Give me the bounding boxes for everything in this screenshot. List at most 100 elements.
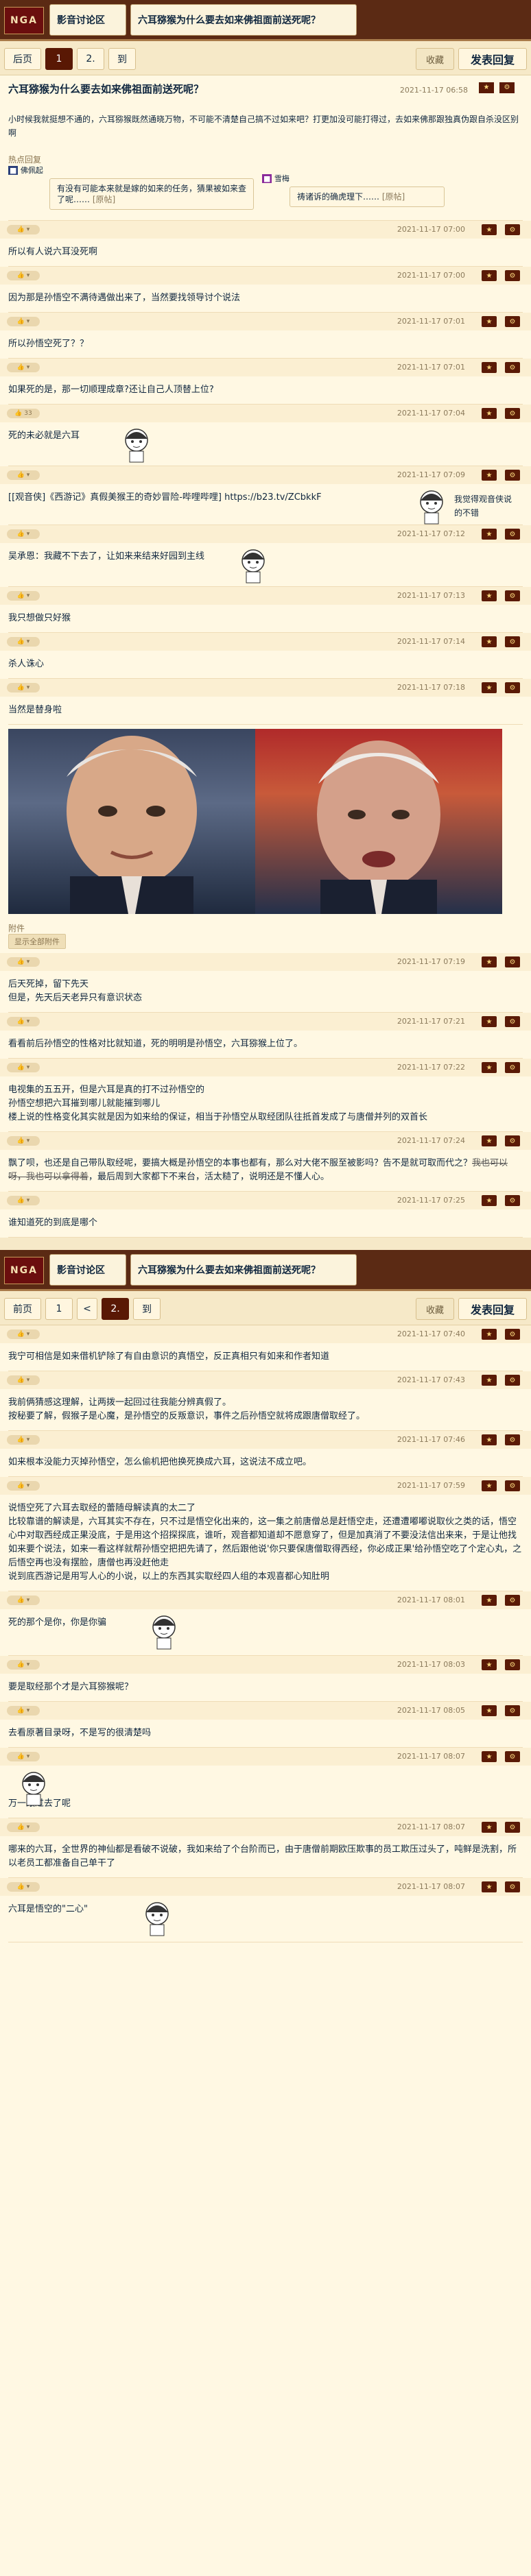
star-icon[interactable]: ★ [482,1195,497,1206]
hot-quote-2[interactable]: 祷诸诉的确虎理下…… [原帖] [290,186,445,207]
star-icon[interactable]: ★ [482,470,497,481]
prev-page-button[interactable]: 后页 [4,48,41,70]
goto-page-button[interactable]: 到 [108,48,136,70]
star-icon[interactable]: ★ [482,224,497,235]
gear-icon[interactable]: ⚙ [505,956,520,967]
reply-text[interactable]: [[观音侠]《西游记》真假美猴王的奇妙冒险-哔哩哔哩] https://b23.… [8,491,392,505]
gear-icon[interactable]: ⚙ [505,1375,520,1386]
gear-icon[interactable]: ⚙ [505,1659,520,1670]
like-button[interactable]: 👍 ▾ [7,1481,40,1491]
star-icon[interactable]: ★ [482,1751,497,1762]
breadcrumb-thread[interactable]: 六耳猕猴为什么要去如来佛祖面前送死呢？ [130,4,357,36]
gear-icon[interactable]: ⚙ [505,529,520,540]
like-button[interactable]: 👍 ▾ [7,1752,40,1761]
like-button[interactable]: 👍 ▾ [7,1660,40,1670]
like-button[interactable]: 👍 33 [7,409,40,418]
like-button[interactable]: 👍 ▾ [7,470,40,480]
site-logo[interactable]: NGA [4,1257,44,1284]
gear-icon[interactable]: ⚙ [505,1434,520,1445]
star-icon[interactable]: ★ [482,529,497,540]
star-icon[interactable]: ★ [482,1881,497,1892]
like-button[interactable]: 👍 ▾ [7,591,40,601]
like-button[interactable]: 👍 ▾ [7,683,40,693]
like-button[interactable]: 👍 ▾ [7,1017,40,1026]
like-button[interactable]: 👍 ▾ [7,637,40,647]
gear-icon[interactable]: ⚙ [505,682,520,693]
gear-icon[interactable]: ⚙ [505,1881,520,1892]
prev-page-button[interactable]: 前页 [4,1298,41,1320]
breadcrumb-forum[interactable]: 影音讨论区 [49,4,126,36]
hot-quote-1[interactable]: 有没有可能本来就是嫁的如来的任务，猜果被如来查了呢…… [原帖] [49,178,254,210]
like-button[interactable]: 👍 ▾ [7,1822,40,1832]
like-button[interactable]: 👍 ▾ [7,271,40,280]
star-icon[interactable]: ★ [482,1434,497,1445]
favorite-button[interactable]: 收藏 [416,48,454,70]
star-icon[interactable]: ★ [482,1062,497,1073]
like-button[interactable]: 👍 ▾ [7,1882,40,1892]
like-button[interactable]: 👍 ▾ [7,1196,40,1205]
star-icon[interactable]: ★ [482,270,497,281]
gear-icon[interactable]: ⚙ [505,636,520,647]
gear-icon[interactable]: ⚙ [505,1751,520,1762]
like-button[interactable]: 👍 ▾ [7,1435,40,1445]
star-icon[interactable]: ★ [482,956,497,967]
star-icon[interactable]: ★ [482,316,497,327]
attached-photo[interactable] [8,729,502,914]
star-icon[interactable]: ★ [482,1659,497,1670]
star-icon[interactable]: ★ [482,362,497,373]
gear-icon[interactable]: ⚙ [505,1595,520,1606]
reply-button[interactable]: 发表回复 [458,48,527,70]
gear-icon[interactable]: ⚙ [505,362,520,373]
star-icon[interactable]: ★ [482,590,497,601]
gear-icon[interactable]: ⚙ [505,316,520,327]
like-button[interactable]: 👍 ▾ [7,1329,40,1339]
like-button[interactable]: 👍 ▾ [7,225,40,234]
page-2-button[interactable]: 2. [102,1298,129,1320]
gear-icon[interactable]: ⚙ [505,1329,520,1340]
breadcrumb-thread[interactable]: 六耳猕猴为什么要去如来佛祖面前送死呢？ [130,1254,357,1286]
like-button[interactable]: 👍 ▾ [7,317,40,326]
prev-arrow-button[interactable]: < [77,1298,97,1320]
like-button[interactable]: 👍 ▾ [7,1063,40,1072]
gear-icon[interactable]: ⚙ [499,82,515,93]
star-icon[interactable]: ★ [482,1375,497,1386]
star-icon[interactable]: ★ [482,1135,497,1146]
like-button[interactable]: 👍 ▾ [7,1706,40,1716]
gear-icon[interactable]: ⚙ [505,470,520,481]
star-icon[interactable]: ★ [482,636,497,647]
like-button[interactable]: 👍 ▾ [7,957,40,967]
star-icon[interactable]: ★ [482,682,497,693]
gear-icon[interactable]: ⚙ [505,408,520,419]
gear-icon[interactable]: ⚙ [505,1135,520,1146]
like-button[interactable]: 👍 ▾ [7,1375,40,1385]
star-icon[interactable]: ★ [482,1329,497,1340]
like-button[interactable]: 👍 ▾ [7,1596,40,1605]
gear-icon[interactable]: ⚙ [505,224,520,235]
reply-button[interactable]: 发表回复 [458,1298,527,1320]
breadcrumb-forum[interactable]: 影音讨论区 [49,1254,126,1286]
gear-icon[interactable]: ⚙ [505,1016,520,1027]
page-1-button[interactable]: 1 [45,48,73,70]
site-logo[interactable]: NGA [4,7,44,34]
gear-icon[interactable]: ⚙ [505,1705,520,1716]
goto-page-button[interactable]: 到 [133,1298,161,1320]
gear-icon[interactable]: ⚙ [505,270,520,281]
gear-icon[interactable]: ⚙ [505,1480,520,1491]
gear-icon[interactable]: ⚙ [505,1062,520,1073]
star-icon[interactable]: ★ [482,1480,497,1491]
star-icon[interactable]: ★ [482,1016,497,1027]
show-attachments-button[interactable]: 显示全部附件 [8,934,66,949]
star-icon[interactable]: ★ [482,408,497,419]
star-icon[interactable]: ★ [482,1822,497,1833]
favorite-button[interactable]: 收藏 [416,1298,454,1320]
star-icon[interactable]: ★ [479,82,494,93]
gear-icon[interactable]: ⚙ [505,590,520,601]
gear-icon[interactable]: ⚙ [505,1195,520,1206]
like-button[interactable]: 👍 ▾ [7,1136,40,1146]
gear-icon[interactable]: ⚙ [505,1822,520,1833]
page-2-button[interactable]: 2. [77,48,104,70]
star-icon[interactable]: ★ [482,1595,497,1606]
star-icon[interactable]: ★ [482,1705,497,1716]
like-button[interactable]: 👍 ▾ [7,363,40,372]
like-button[interactable]: 👍 ▾ [7,529,40,539]
